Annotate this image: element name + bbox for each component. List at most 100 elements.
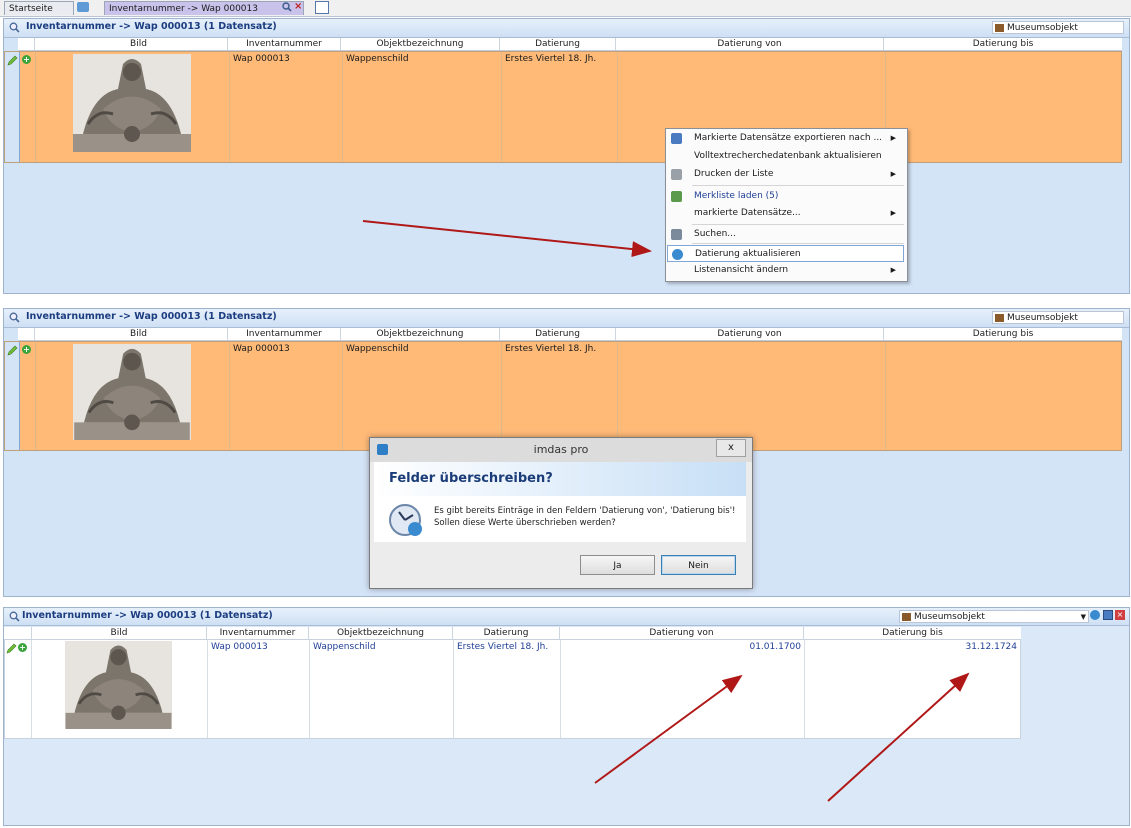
tab-bar: Startseite Inventarnummer -> Wap 000013 … xyxy=(0,0,1131,17)
panel-title: Inventarnummer -> Wap 000013 (1 Datensat… xyxy=(26,21,277,32)
cell-datierung-von: 01.01.1700 xyxy=(560,640,804,738)
dialog-title: imdas pro xyxy=(533,443,589,456)
column-header-datierung-bis[interactable]: Datierung bis xyxy=(883,38,1122,50)
submenu-arrow-icon: ▶ xyxy=(890,266,896,274)
row-selector[interactable] xyxy=(5,52,20,162)
results-panel-3: Inventarnummer -> Wap 000013 (1 Datensat… xyxy=(3,607,1130,826)
column-header-datierung[interactable]: Datierung xyxy=(452,627,559,639)
table-row[interactable]: + Wap 000013 Wappenschild Erstes Viertel… xyxy=(4,51,1122,163)
submenu-arrow-icon: ▶ xyxy=(890,209,896,217)
cell-objektbezeichnung: Wappenschild xyxy=(342,52,501,162)
dialog-body: Felder überschreiben? Es gibt bereits Ei… xyxy=(374,462,746,542)
home-icon[interactable] xyxy=(77,2,89,12)
menu-item-markierte[interactable]: markierte Datensätze... ▶ xyxy=(667,205,904,222)
column-header-objektbezeichnung[interactable]: Objektbezeichnung xyxy=(340,328,499,340)
yes-button[interactable]: Ja xyxy=(580,555,655,575)
column-header-datierung-von[interactable]: Datierung von xyxy=(615,328,883,340)
submenu-arrow-icon: ▶ xyxy=(890,170,896,178)
cell-bild xyxy=(31,640,207,738)
column-header-objektbezeichnung[interactable]: Objektbezeichnung xyxy=(308,627,452,639)
menu-item-datierung-aktualisieren[interactable]: Datierung aktualisieren xyxy=(667,245,904,262)
export-icon xyxy=(671,133,682,144)
cell-objektbezeichnung: Wappenschild xyxy=(342,342,501,450)
dialog-heading: Felder überschreiben? xyxy=(389,471,553,486)
cell-inventarnummer: Wap 000013 xyxy=(229,342,342,450)
museum-object-icon xyxy=(902,613,911,621)
tab-inventarnummer[interactable]: Inventarnummer -> Wap 000013 xyxy=(104,1,304,15)
table-header: Bild Inventarnummer Objektbezeichnung Da… xyxy=(18,38,1122,51)
column-header-datierung-bis[interactable]: Datierung bis xyxy=(803,627,1021,639)
column-header-datierung[interactable]: Datierung xyxy=(499,38,615,50)
object-type-select[interactable]: Museumsobjekt xyxy=(992,21,1124,34)
column-header-datierung-von[interactable]: Datierung von xyxy=(559,627,803,639)
coat-of-arms-image xyxy=(73,54,191,152)
dialog-message: Es gibt bereits Einträge in den Feldern … xyxy=(434,506,736,528)
cell-datierung-von xyxy=(617,342,885,450)
column-header-datierung-bis[interactable]: Datierung bis xyxy=(883,328,1122,340)
window-icon[interactable] xyxy=(1103,610,1113,620)
tab-startseite[interactable]: Startseite xyxy=(4,1,74,15)
table-row[interactable]: + Wap 000013 Wappenschild Erstes Viertel… xyxy=(4,341,1122,451)
column-header-datierung-von[interactable]: Datierung von xyxy=(615,38,883,50)
dropdown-arrow-icon: ▼ xyxy=(1080,613,1086,621)
coat-of-arms-image xyxy=(65,641,172,729)
table-header: Bild Inventarnummer Objektbezeichnung Da… xyxy=(18,328,1122,341)
menu-item-merkliste[interactable]: Merkliste laden (5) xyxy=(667,188,904,205)
table-row[interactable]: + Wap 000013 Wappenschild Erstes Viertel… xyxy=(4,639,1021,739)
bookmark-icon xyxy=(671,191,682,202)
panel-header: Inventarnummer -> Wap 000013 (1 Datensat… xyxy=(4,19,1129,38)
close-button[interactable]: x xyxy=(716,439,746,457)
no-button[interactable]: Nein xyxy=(661,555,736,575)
menu-item-volltext[interactable]: Volltextrecherchedatenbank aktualisieren xyxy=(667,148,904,165)
refresh-icon[interactable] xyxy=(1090,610,1100,620)
panel-title: Inventarnummer -> Wap 000013 (1 Datensat… xyxy=(22,610,273,621)
column-header-bild[interactable]: Bild xyxy=(34,328,242,340)
cell-datierung: Erstes Viertel 18. Jh. xyxy=(501,342,617,450)
menu-item-export[interactable]: Markierte Datensätze exportieren nach ..… xyxy=(667,130,904,147)
column-header-inventarnummer[interactable]: Inventarnummer xyxy=(227,38,340,50)
new-tab-icon[interactable] xyxy=(315,1,329,14)
search-icon[interactable] xyxy=(9,611,20,622)
edit-icon[interactable] xyxy=(7,55,18,66)
column-header-bild[interactable]: Bild xyxy=(31,627,206,639)
menu-separator xyxy=(692,243,904,244)
menu-item-listenansicht[interactable]: Listenansicht ändern ▶ xyxy=(667,262,904,279)
edit-icon[interactable] xyxy=(7,345,18,356)
add-icon[interactable]: + xyxy=(18,643,27,652)
cell-inventarnummer: Wap 000013 xyxy=(229,52,342,162)
cell-bild xyxy=(35,52,229,162)
add-icon[interactable]: + xyxy=(22,345,31,354)
close-tab-icon[interactable]: × xyxy=(294,1,302,12)
museum-object-icon xyxy=(995,24,1004,32)
row-selector[interactable] xyxy=(5,342,20,450)
panel-header: Inventarnummer -> Wap 000013 (1 Datensat… xyxy=(4,309,1129,328)
panel-header: Inventarnummer -> Wap 000013 (1 Datensat… xyxy=(4,608,1129,626)
search-icon[interactable] xyxy=(9,312,20,323)
add-icon[interactable]: + xyxy=(22,55,31,64)
dialog-heading-bar: Felder überschreiben? xyxy=(374,462,746,496)
object-type-select[interactable]: Museumsobjekt ▼ xyxy=(899,610,1089,623)
dialog-titlebar: imdas pro x xyxy=(370,438,752,462)
cell-datierung-bis: 31.12.1724 xyxy=(804,640,1020,738)
search-icon[interactable] xyxy=(9,22,20,33)
close-panel-icon[interactable]: × xyxy=(1115,610,1125,620)
cell-datierung: Erstes Viertel 18. Jh. xyxy=(501,52,617,162)
search-icon[interactable] xyxy=(282,2,292,12)
column-header-datierung[interactable]: Datierung xyxy=(499,328,615,340)
cell-bild xyxy=(35,342,229,450)
cell-datierung-bis xyxy=(885,52,1121,162)
column-header-objektbezeichnung[interactable]: Objektbezeichnung xyxy=(340,38,499,50)
column-header-inventarnummer[interactable]: Inventarnummer xyxy=(206,627,308,639)
museum-object-icon xyxy=(995,314,1004,322)
edit-icon[interactable] xyxy=(6,643,17,654)
clock-update-icon xyxy=(388,503,424,539)
menu-separator xyxy=(692,185,904,186)
column-header-inventarnummer[interactable]: Inventarnummer xyxy=(227,328,340,340)
menu-item-print[interactable]: Drucken der Liste ▶ xyxy=(667,166,904,183)
printer-icon xyxy=(671,169,682,180)
coat-of-arms-image xyxy=(73,344,191,440)
object-type-select[interactable]: Museumsobjekt xyxy=(992,311,1124,324)
column-header-bild[interactable]: Bild xyxy=(34,38,242,50)
menu-item-suchen[interactable]: Suchen... xyxy=(667,226,904,243)
results-panel-1: Inventarnummer -> Wap 000013 (1 Datensat… xyxy=(3,18,1130,294)
